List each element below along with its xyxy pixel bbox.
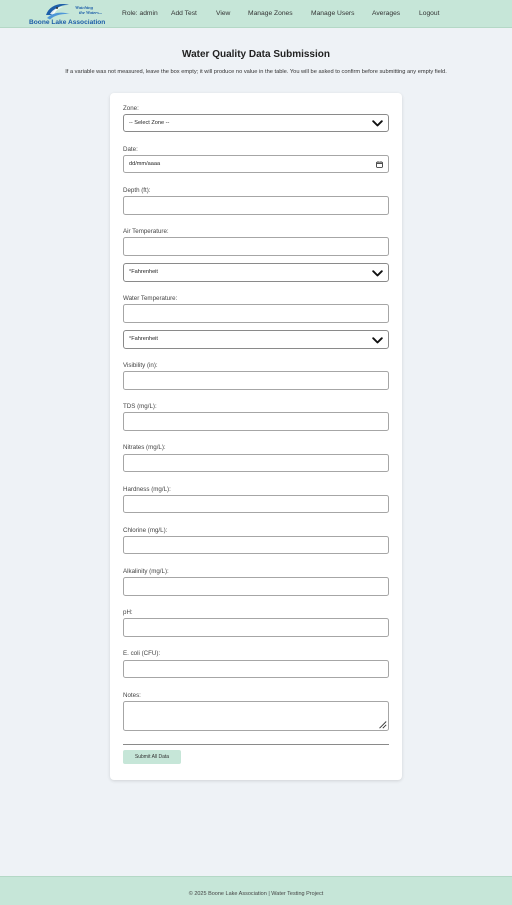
field-date: Date: dd/mm/aaaa bbox=[123, 146, 389, 174]
ecoli-label: E. coli (CFU): bbox=[123, 650, 161, 658]
lake-logo-icon bbox=[46, 4, 70, 20]
air-temperature-unit-select[interactable]: °Fahrenheit bbox=[123, 263, 389, 282]
footer-copyright: © 2025 Boone Lake Association | Water Te… bbox=[188, 891, 324, 897]
air-temperature-input[interactable] bbox=[123, 237, 389, 256]
field-depth: Depth (ft): bbox=[123, 187, 389, 215]
field-alkalinity: Alkalinity (mg/L): bbox=[123, 568, 389, 596]
nav-manage-zones[interactable]: Manage Zones bbox=[248, 10, 293, 18]
nitrates-label: Nitrates (mg/L): bbox=[123, 444, 166, 452]
chevron-down-icon bbox=[372, 336, 383, 343]
notes-label: Notes: bbox=[123, 691, 141, 699]
alkalinity-label: Alkalinity (mg/L): bbox=[123, 567, 169, 575]
field-nitrates: Nitrates (mg/L): bbox=[123, 444, 389, 473]
alkalinity-input[interactable] bbox=[123, 577, 389, 596]
calendar-icon[interactable] bbox=[376, 161, 383, 168]
role-indicator: Role: admin bbox=[122, 10, 158, 17]
ecoli-input[interactable] bbox=[123, 659, 389, 679]
chlorine-label: Chlorine (mg/L): bbox=[123, 526, 168, 534]
nitrates-input[interactable] bbox=[123, 453, 389, 473]
field-chlorine: Chlorine (mg/L): bbox=[123, 527, 389, 555]
logo-tagline: the Waters... bbox=[79, 10, 103, 15]
nav-manage-users[interactable]: Manage Users bbox=[311, 10, 355, 18]
field-zone: Zone: -- Select Zone -- bbox=[123, 105, 389, 133]
zone-select-value: -- Select Zone -- bbox=[129, 119, 170, 126]
water-temperature-input[interactable] bbox=[123, 304, 389, 323]
field-ecoli: E. coli (CFU): bbox=[123, 650, 389, 679]
notes-wrapper bbox=[123, 700, 389, 731]
notes-textarea[interactable] bbox=[123, 700, 389, 731]
logo-name: Boone Lake Association bbox=[29, 18, 106, 26]
nav-add-test[interactable]: Add Test bbox=[171, 10, 197, 18]
visibility-input[interactable] bbox=[123, 371, 389, 390]
water-temperature-unit-value: °Fahrenheit bbox=[129, 336, 158, 343]
page-footer: © 2025 Boone Lake Association | Water Te… bbox=[0, 876, 512, 905]
nav-logout[interactable]: Logout bbox=[419, 10, 439, 18]
date-label: Date: bbox=[123, 145, 138, 153]
water-temperature-label: Water Temperature: bbox=[123, 295, 178, 303]
field-notes: Notes: bbox=[123, 692, 389, 731]
hardness-label: Hardness (mg/L): bbox=[123, 485, 171, 493]
visibility-label: Visibility (in): bbox=[123, 362, 158, 370]
hardness-input[interactable] bbox=[123, 494, 389, 514]
air-temperature-label: Air Temperature: bbox=[123, 228, 169, 236]
form-instructions: If a variable was not measured, leave th… bbox=[65, 68, 447, 75]
chevron-down-icon bbox=[372, 120, 383, 127]
tds-label: TDS (mg/L): bbox=[123, 403, 157, 411]
data-submission-form: Zone: -- Select Zone -- Date: dd/mm/aaaa… bbox=[110, 93, 402, 780]
top-navbar: Watching the Waters... Boone Lake Associ… bbox=[0, 0, 512, 28]
date-input[interactable]: dd/mm/aaaa bbox=[123, 154, 389, 174]
zone-select[interactable]: -- Select Zone -- bbox=[123, 113, 389, 133]
field-visibility: Visibility (in): bbox=[123, 362, 389, 390]
ph-label: pH: bbox=[123, 609, 133, 617]
air-temperature-unit-value: °Fahrenheit bbox=[129, 269, 158, 276]
zone-label: Zone: bbox=[123, 104, 139, 112]
field-ph: pH: bbox=[123, 609, 389, 637]
depth-label: Depth (ft): bbox=[123, 186, 151, 194]
page-title: Water Quality Data Submission bbox=[182, 49, 330, 60]
field-water-temperature: Water Temperature: °Fahrenheit bbox=[123, 295, 389, 349]
field-air-temperature: Air Temperature: °Fahrenheit bbox=[123, 228, 389, 282]
ph-input[interactable] bbox=[123, 618, 389, 637]
form-divider bbox=[123, 744, 389, 746]
field-tds: TDS (mg/L): bbox=[123, 403, 389, 431]
field-hardness: Hardness (mg/L): bbox=[123, 486, 389, 514]
depth-input[interactable] bbox=[123, 196, 389, 215]
nav-view[interactable]: View bbox=[216, 10, 230, 18]
site-logo: Watching the Waters... Boone Lake Associ… bbox=[28, 0, 118, 28]
nav-averages[interactable]: Averages bbox=[372, 10, 400, 18]
water-temperature-unit-select[interactable]: °Fahrenheit bbox=[123, 330, 389, 349]
chevron-down-icon bbox=[372, 269, 383, 276]
date-placeholder: dd/mm/aaaa bbox=[129, 160, 161, 167]
submit-all-data-button[interactable]: Submit All Data bbox=[123, 749, 181, 764]
chlorine-input[interactable] bbox=[123, 535, 389, 555]
tds-input[interactable] bbox=[123, 412, 389, 431]
